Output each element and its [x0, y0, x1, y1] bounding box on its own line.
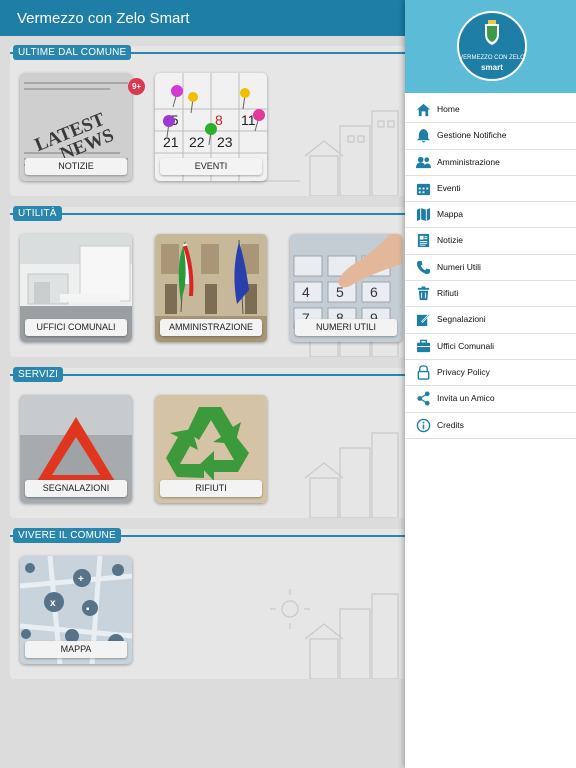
tile-label: NUMERI UTILI: [295, 319, 397, 336]
section-title: UTILITÀ: [13, 206, 62, 221]
newspaper-icon: [417, 234, 430, 248]
drawer-item-numeri-utili[interactable]: Numeri Utili: [405, 255, 576, 282]
tile-label: AMMINISTRAZIONE: [160, 319, 262, 336]
app-title: Vermezzo con Zelo Smart: [17, 10, 190, 27]
drawer-item-label: Rifiuti: [437, 288, 459, 299]
home-content: ULTIME DAL COMUNE LATEST NEWS NOTIZIE 9+…: [0, 36, 420, 768]
navigation-drawer: VERMEZZO CON ZELO smart Home Gestione No…: [405, 0, 576, 768]
bell-icon: [416, 129, 431, 143]
drawer-item-amministrazione[interactable]: Amministrazione: [405, 150, 576, 176]
coat-of-arms-icon: [485, 20, 499, 45]
drawer-item-credits[interactable]: Credits: [405, 413, 576, 439]
drawer-item-label: Invita un Amico: [437, 393, 495, 404]
share-icon: [417, 391, 430, 406]
drawer-item-label: Home: [437, 104, 460, 114]
notification-badge: 9+: [128, 78, 145, 95]
tile-label: NOTIZIE: [25, 158, 127, 175]
home-icon: [416, 103, 431, 117]
drawer-header: VERMEZZO CON ZELO smart: [405, 0, 576, 93]
tile-segnalazioni[interactable]: SEGNALAZIONI: [20, 395, 132, 503]
tile-notizie[interactable]: LATEST NEWS NOTIZIE: [20, 73, 132, 181]
svg-text:+: +: [78, 574, 84, 585]
lock-icon: [417, 365, 430, 380]
tile-eventi[interactable]: 15811 212223 2930 EVENTI: [155, 73, 267, 181]
info-icon: [416, 418, 431, 432]
section-title: SERVIZI: [13, 367, 64, 382]
tile-numeri-utili[interactable]: 456 789 NUMERI UTILI: [290, 234, 402, 342]
svg-text:x: x: [50, 598, 56, 609]
drawer-item-label: Numeri Utili: [437, 261, 481, 272]
svg-text:4: 4: [302, 284, 310, 300]
drawer-item-gestione-notifiche[interactable]: Gestione Notifiche: [405, 123, 576, 150]
drawer-item-label: Amministrazione: [437, 156, 500, 167]
drawer-item-privacy-policy[interactable]: Privacy Policy: [405, 360, 576, 387]
trash-icon: [417, 286, 430, 301]
svg-text:▪: ▪: [86, 604, 90, 615]
section-title: VIVERE IL COMUNE: [13, 528, 121, 543]
drawer-item-notizie[interactable]: Notizie: [405, 228, 576, 255]
svg-text:21: 21: [163, 134, 179, 150]
drawer-item-uffici-comunali[interactable]: Uffici Comunali: [405, 334, 576, 360]
drawer-item-label: Segnalazioni: [437, 314, 486, 325]
briefcase-icon: [416, 339, 431, 352]
section-utilita: UTILITÀ UFFICI COMUNALI AMMINISTRAZIONE …: [10, 206, 420, 357]
edit-icon: [416, 313, 431, 327]
drawer-item-label: Credits: [437, 419, 464, 430]
drawer-item-segnalazioni[interactable]: Segnalazioni: [405, 307, 576, 334]
drawer-item-label: Eventi: [437, 182, 461, 193]
drawer-item-label: Gestione Notifiche: [437, 130, 507, 141]
svg-text:6: 6: [370, 284, 378, 300]
drawer-item-rifiuti[interactable]: Rifiuti: [405, 281, 576, 308]
drawer-item-label: Notizie: [437, 235, 463, 246]
svg-text:23: 23: [217, 134, 233, 150]
tile-rifiuti[interactable]: RIFIUTI: [155, 395, 267, 503]
phone-icon: [416, 260, 431, 274]
drawer-item-label: Privacy Policy: [437, 366, 490, 377]
section-divider: [10, 374, 420, 376]
section-ultime-dal-comune: ULTIME DAL COMUNE LATEST NEWS NOTIZIE 9+…: [10, 45, 420, 196]
logo-text: VERMEZZO CON ZELO: [459, 55, 525, 61]
drawer-menu: Home Gestione Notifiche Amministrazione …: [405, 97, 576, 439]
city-sketch-background: [270, 589, 399, 679]
drawer-item-mappa[interactable]: Mappa: [405, 202, 576, 229]
tile-mappa[interactable]: +x▪▪ MAPPA: [20, 556, 132, 664]
section-title: ULTIME DAL COMUNE: [13, 45, 132, 60]
drawer-item-invita-un-amico[interactable]: Invita un Amico: [405, 386, 576, 413]
drawer-item-label: Uffici Comunali: [437, 340, 495, 351]
drawer-item-eventi[interactable]: Eventi: [405, 176, 576, 203]
section-vivere-il-comune: VIVERE IL COMUNE +x▪▪: [10, 528, 420, 679]
calendar-icon: [416, 183, 431, 195]
svg-text:22: 22: [189, 134, 205, 150]
tile-amministrazione[interactable]: AMMINISTRAZIONE: [155, 234, 267, 342]
tile-label: MAPPA: [25, 641, 127, 658]
tile-label: UFFICI COMUNALI: [25, 319, 127, 336]
logo-subtext: smart: [481, 63, 503, 72]
tile-uffici-comunali[interactable]: UFFICI COMUNALI: [20, 234, 132, 342]
tile-label: SEGNALAZIONI: [25, 480, 127, 497]
people-icon: [416, 156, 431, 168]
drawer-item-label: Mappa: [437, 209, 463, 220]
app-logo: VERMEZZO CON ZELO smart: [457, 11, 527, 81]
svg-text:8: 8: [215, 112, 223, 128]
map-icon: [416, 208, 431, 222]
tile-label: EVENTI: [160, 158, 262, 175]
section-divider: [10, 213, 420, 215]
tile-label: RIFIUTI: [160, 480, 262, 497]
drawer-item-home[interactable]: Home: [405, 97, 576, 124]
section-servizi: SERVIZI SEGNALAZIONI RIFIUTI: [10, 367, 420, 518]
